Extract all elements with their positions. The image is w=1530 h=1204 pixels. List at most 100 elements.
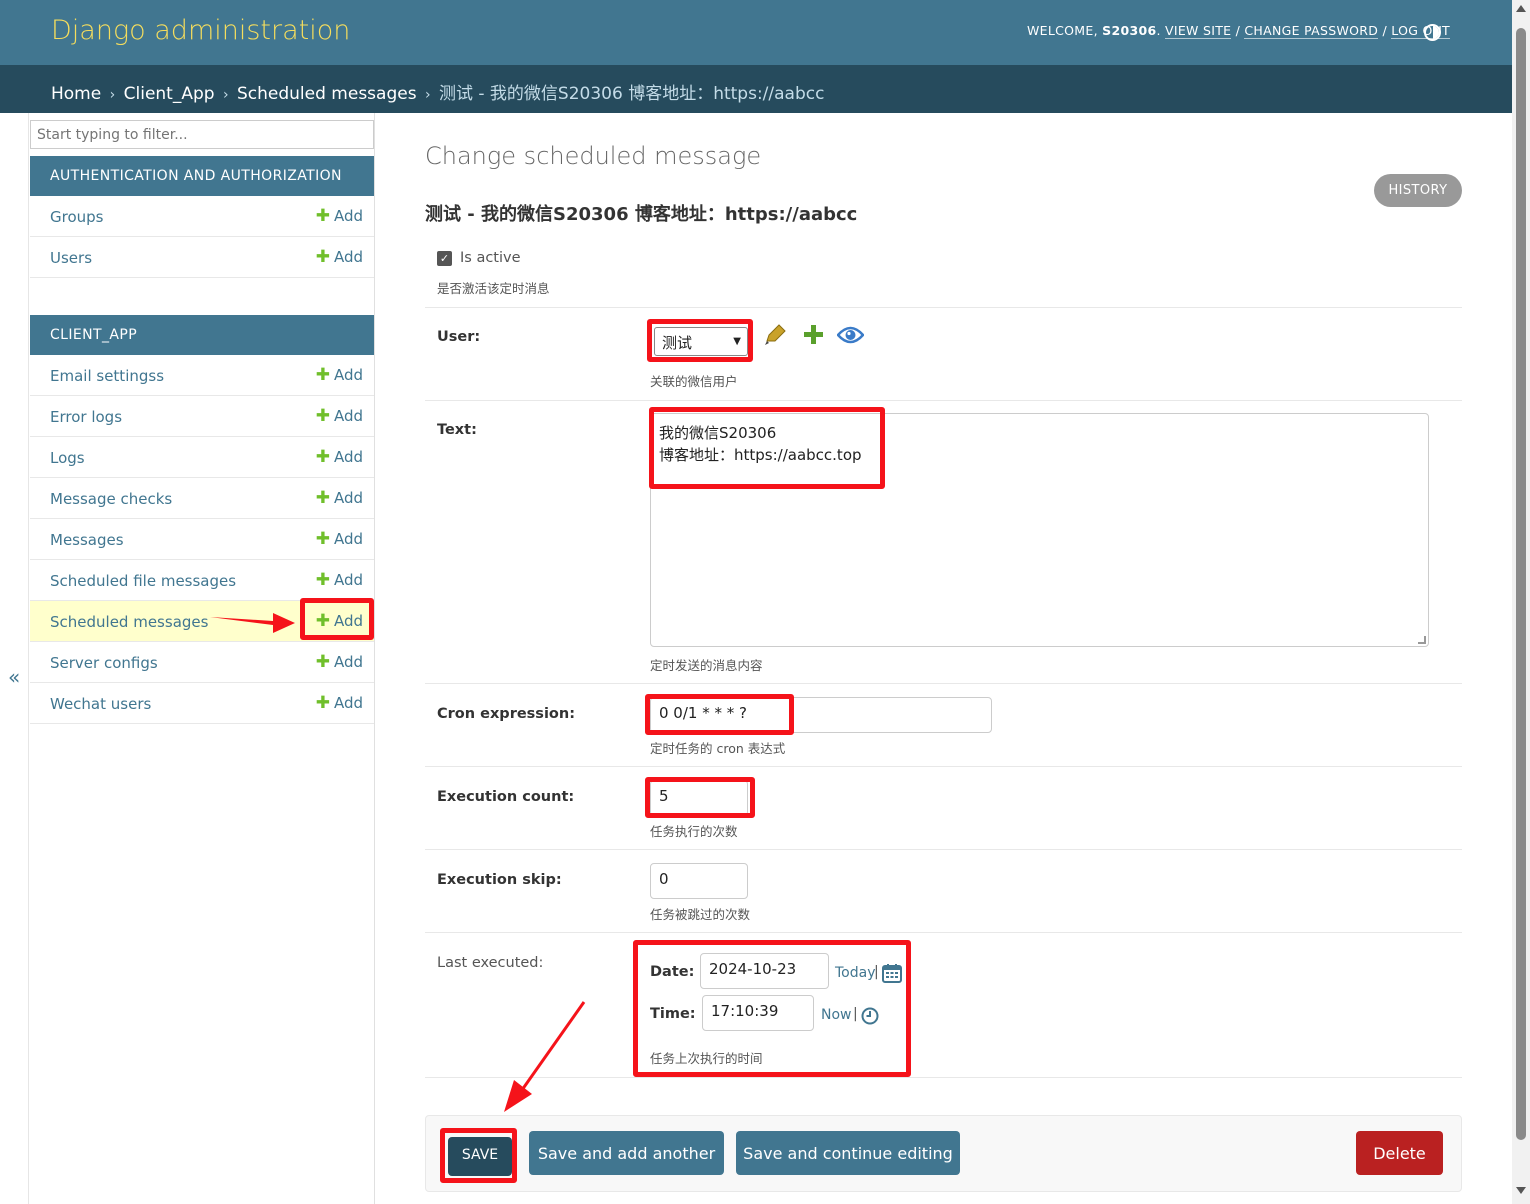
sidebar-item-email-settingss[interactable]: Email settingss ✚ Add bbox=[30, 355, 374, 396]
add-groups-link[interactable]: ✚ Add bbox=[316, 206, 363, 226]
execution-skip-label: Execution skip: bbox=[437, 872, 562, 888]
plus-icon: ✚ bbox=[315, 406, 330, 426]
row-divider bbox=[425, 849, 1462, 850]
is-active-help: 是否激活该定时消息 bbox=[437, 281, 550, 296]
add-message-checks-link[interactable]: ✚ Add bbox=[316, 488, 363, 508]
sidebar-item-groups[interactable]: Groups ✚ Add bbox=[30, 196, 374, 237]
module-client-app-caption[interactable]: CLIENT_APP bbox=[30, 315, 374, 355]
add-email-settingss-link[interactable]: ✚ Add bbox=[316, 365, 363, 385]
row-divider bbox=[425, 307, 1462, 308]
breadcrumb-model[interactable]: Scheduled messages bbox=[237, 84, 417, 104]
history-button[interactable]: HISTORY bbox=[1374, 174, 1462, 207]
cron-input[interactable]: 0 0/1 * * * ? bbox=[650, 697, 992, 733]
user-select[interactable]: 测试 ▼ bbox=[654, 327, 748, 356]
is-active-checkbox[interactable]: ✓ bbox=[437, 251, 452, 266]
arrow-annotation bbox=[504, 1001, 586, 1112]
plus-icon: ✚ bbox=[315, 529, 330, 549]
sidebar-toggle[interactable]: « bbox=[0, 113, 29, 1204]
sidebar-item-users[interactable]: Users ✚ Add bbox=[30, 237, 374, 278]
username: S20306 bbox=[1102, 23, 1157, 38]
page-title: Change scheduled message bbox=[425, 142, 762, 170]
plus-icon: ✚ bbox=[315, 247, 330, 267]
resize-handle-icon[interactable] bbox=[1418, 636, 1426, 644]
date-input[interactable]: 2024-10-23 bbox=[700, 953, 829, 989]
plus-icon: ✚ bbox=[315, 488, 330, 508]
breadcrumb-home[interactable]: Home bbox=[51, 84, 101, 104]
site-branding[interactable]: Django administration bbox=[51, 15, 350, 46]
user-tools: WELCOME, S20306. VIEW SITE / CHANGE PASS… bbox=[1027, 23, 1450, 39]
execution-count-input[interactable]: 5 bbox=[650, 780, 748, 816]
clock-icon[interactable] bbox=[861, 1007, 879, 1025]
chevron-down-icon: ▼ bbox=[733, 336, 741, 347]
add-logs-link[interactable]: ✚ Add bbox=[316, 447, 363, 467]
today-link[interactable]: Today bbox=[835, 965, 876, 981]
execution-skip-help: 任务被跳过的次数 bbox=[650, 907, 751, 922]
collapse-sidebar-icon[interactable]: « bbox=[8, 665, 20, 689]
execution-skip-input[interactable]: 0 bbox=[650, 863, 748, 899]
plus-icon: ✚ bbox=[315, 365, 330, 385]
pencil-icon[interactable] bbox=[763, 323, 787, 347]
plus-icon: ✚ bbox=[315, 693, 330, 713]
time-label: Time: bbox=[650, 1006, 696, 1022]
scroll-down-arrow-icon[interactable] bbox=[1516, 1187, 1526, 1194]
execution-count-help: 任务执行的次数 bbox=[650, 824, 738, 839]
user-help: 关联的微信用户 bbox=[650, 374, 738, 389]
add-scheduled-messages-link[interactable]: ✚ Add bbox=[316, 611, 363, 631]
add-error-logs-link[interactable]: ✚ Add bbox=[316, 406, 363, 426]
last-executed-help: 任务上次执行的时间 bbox=[650, 1051, 763, 1066]
is-active-label[interactable]: Is active bbox=[460, 250, 521, 266]
add-messages-link[interactable]: ✚ Add bbox=[316, 529, 363, 549]
sidebar-item-messages[interactable]: Messages ✚ Add bbox=[30, 519, 374, 560]
cron-help: 定时任务的 cron 表达式 bbox=[650, 741, 786, 756]
object-title: 测试 - 我的微信S20306 博客地址：https://aabcc bbox=[425, 204, 858, 225]
module-auth-caption[interactable]: AUTHENTICATION AND AUTHORIZATION bbox=[30, 156, 374, 196]
save-button[interactable]: SAVE bbox=[448, 1137, 512, 1176]
add-server-configs-link[interactable]: ✚ Add bbox=[316, 652, 363, 672]
site-header: Django administration WELCOME, S20306. V… bbox=[0, 0, 1512, 65]
save-and-add-another-button[interactable]: Save and add another bbox=[529, 1131, 724, 1175]
sidebar-item-wechat-users[interactable]: Wechat users ✚ Add bbox=[30, 683, 374, 724]
theme-toggle-icon[interactable] bbox=[1424, 24, 1441, 41]
eye-icon[interactable] bbox=[837, 325, 864, 345]
view-site-link[interactable]: VIEW SITE bbox=[1165, 23, 1232, 39]
text-help: 定时发送的消息内容 bbox=[650, 658, 763, 673]
text-textarea[interactable]: 我的微信S20306 博客地址：https://aabcc.top bbox=[650, 413, 1429, 647]
sidebar-filter-input[interactable] bbox=[30, 120, 374, 149]
now-link[interactable]: Now bbox=[821, 1007, 852, 1023]
row-divider bbox=[425, 683, 1462, 684]
breadcrumb: Home › Client_App › Scheduled messages ›… bbox=[0, 65, 1512, 113]
save-and-continue-button[interactable]: Save and continue editing bbox=[736, 1131, 960, 1175]
scroll-up-arrow-icon[interactable] bbox=[1516, 5, 1526, 12]
sidebar-item-server-configs[interactable]: Server configs ✚ Add bbox=[30, 642, 374, 683]
plus-icon: ✚ bbox=[315, 611, 330, 631]
sidebar-item-scheduled-messages[interactable]: Scheduled messages ✚ Add bbox=[30, 601, 374, 642]
breadcrumb-current: 测试 - 我的微信S20306 博客地址：https://aabcc bbox=[438, 84, 825, 104]
plus-icon: ✚ bbox=[315, 447, 330, 467]
last-executed-label: Last executed: bbox=[437, 955, 544, 971]
user-label: User: bbox=[437, 329, 481, 345]
add-wechat-users-link[interactable]: ✚ Add bbox=[316, 693, 363, 713]
page-scrollbar[interactable] bbox=[1512, 0, 1530, 1204]
change-password-link[interactable]: CHANGE PASSWORD bbox=[1244, 23, 1379, 39]
sidebar-item-error-logs[interactable]: Error logs ✚ Add bbox=[30, 396, 374, 437]
scroll-thumb[interactable] bbox=[1516, 28, 1526, 1140]
sidebar-item-message-checks[interactable]: Message checks ✚ Add bbox=[30, 478, 374, 519]
date-label: Date: bbox=[650, 964, 695, 980]
add-users-link[interactable]: ✚ Add bbox=[316, 247, 363, 267]
cron-label: Cron expression: bbox=[437, 706, 575, 722]
text-label: Text: bbox=[437, 422, 477, 438]
plus-icon: ✚ bbox=[315, 206, 330, 226]
sidebar-item-logs[interactable]: Logs ✚ Add bbox=[30, 437, 374, 478]
delete-button[interactable]: Delete bbox=[1356, 1131, 1443, 1175]
sidebar: AUTHENTICATION AND AUTHORIZATION Groups … bbox=[30, 113, 375, 1204]
row-divider bbox=[425, 766, 1462, 767]
time-input[interactable]: 17:10:39 bbox=[702, 995, 814, 1031]
logout-link[interactable]: LOG OUT bbox=[1391, 23, 1450, 39]
plus-icon: ✚ bbox=[315, 570, 330, 590]
plus-icon[interactable] bbox=[803, 324, 824, 345]
breadcrumb-app[interactable]: Client_App bbox=[124, 84, 215, 104]
calendar-icon[interactable] bbox=[882, 963, 902, 983]
row-divider bbox=[425, 400, 1462, 401]
sidebar-item-scheduled-file-messages[interactable]: Scheduled file messages ✚ Add bbox=[30, 560, 374, 601]
add-scheduled-file-messages-link[interactable]: ✚ Add bbox=[316, 570, 363, 590]
